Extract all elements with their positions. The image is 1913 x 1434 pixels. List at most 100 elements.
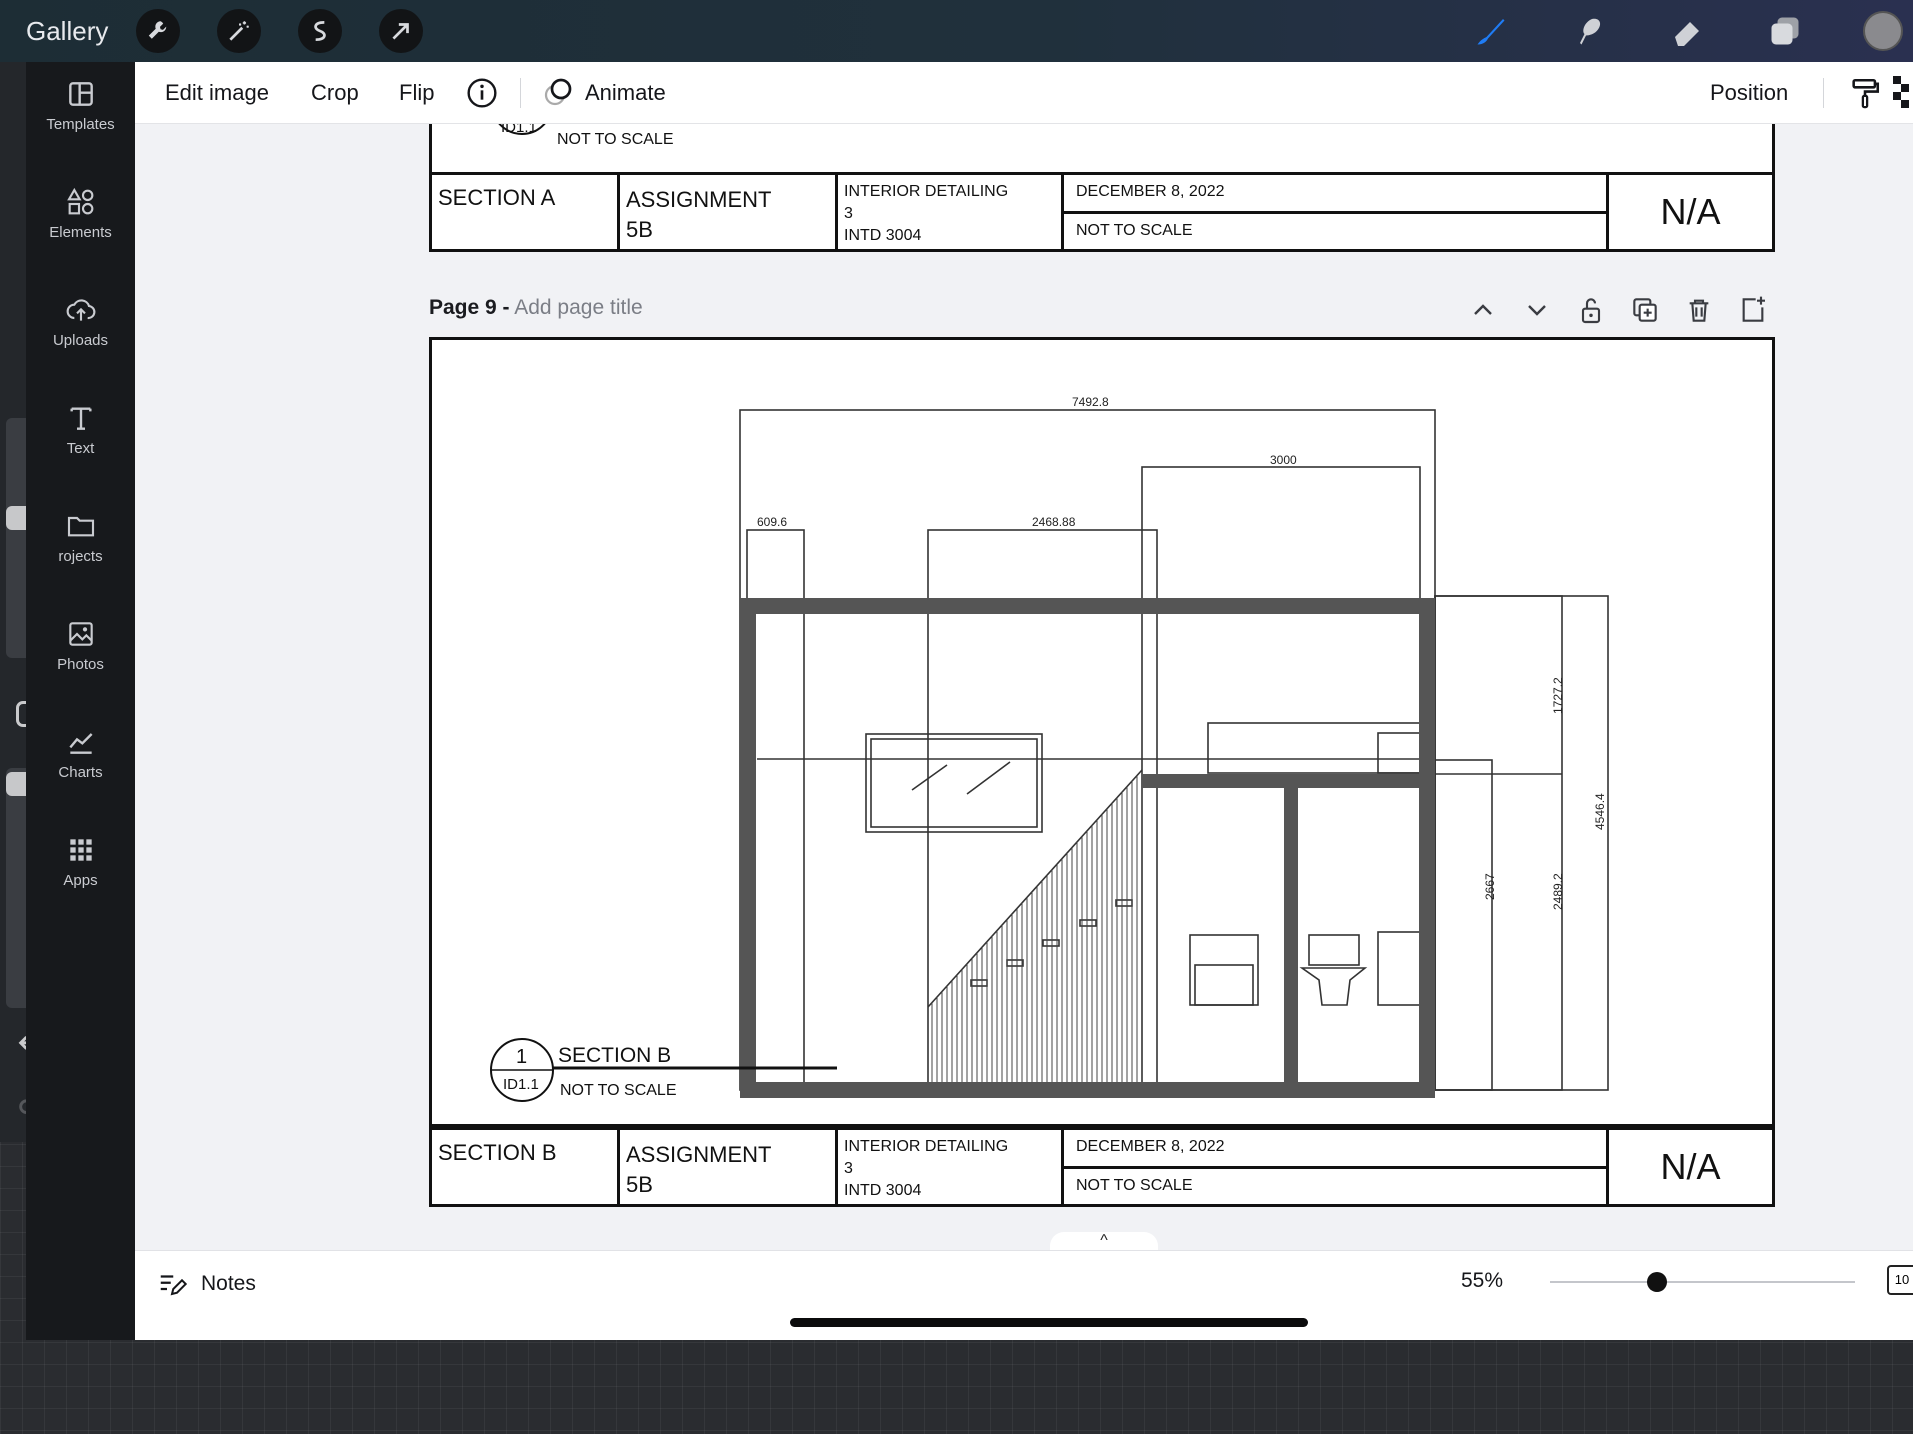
smudge-icon[interactable] xyxy=(1569,11,1609,51)
sidebar-item-uploads[interactable]: Uploads xyxy=(26,294,135,349)
notes-button[interactable]: Notes xyxy=(157,1269,256,1299)
tb-course-code: INTD 3004 xyxy=(844,1182,922,1199)
crop-button[interactable]: Crop xyxy=(311,62,359,124)
sidebar-item-apps[interactable]: Apps xyxy=(26,834,135,889)
tb-date: DECEMBER 8, 2022 xyxy=(1064,175,1606,214)
apps-grid-icon xyxy=(69,839,92,861)
dimension-label: 2468.88 xyxy=(1032,515,1076,529)
templates-icon xyxy=(68,82,93,106)
sidebar-item-label: Elements xyxy=(49,224,112,241)
tb-course-code: INTD 3004 xyxy=(844,227,922,244)
toolbar-divider xyxy=(1823,78,1824,108)
chevron-down-icon[interactable] xyxy=(1521,294,1553,326)
tb-scale-note: NOT TO SCALE xyxy=(1076,221,1193,239)
tb-course-level: 3 xyxy=(844,205,853,222)
sidebar-item-text[interactable]: Text xyxy=(26,402,135,457)
tb-date-scale: DECEMBER 8, 2022 NOT TO SCALE xyxy=(1064,1130,1609,1204)
page-number: Page 9 - xyxy=(429,296,510,319)
projects-folder-icon xyxy=(67,516,94,537)
dimension-label: 4546.4 xyxy=(1593,793,1607,830)
duplicate-page-icon[interactable] xyxy=(1629,294,1661,326)
procreate-toolbar: Gallery xyxy=(0,0,1913,62)
scale-note: NOT TO SCALE xyxy=(557,131,674,148)
selection-icon[interactable] xyxy=(298,9,342,53)
trash-icon[interactable] xyxy=(1683,294,1715,326)
edit-image-button[interactable]: Edit image xyxy=(165,62,269,124)
drawing-caption: SECTION B xyxy=(558,1044,671,1067)
toolbar-divider xyxy=(520,78,521,108)
design-canvas: ID1.1 NOT TO SCALE SECTION A ASSIGNMENT … xyxy=(135,124,1913,1250)
tb-assignment-label: ASSIGNMENT xyxy=(626,187,772,212)
page-actions xyxy=(1445,294,1769,326)
callout-sheet-ref: ID1.1 xyxy=(501,124,537,136)
sidebar-item-projects[interactable]: rojects xyxy=(26,510,135,565)
charts-icon xyxy=(68,733,93,754)
add-page-icon[interactable] xyxy=(1737,294,1769,326)
sidebar-item-photos[interactable]: Photos xyxy=(26,618,135,673)
magic-wand-icon[interactable] xyxy=(217,9,261,53)
dimension-label: 1727.2 xyxy=(1551,677,1565,714)
dimension-label: 7492.8 xyxy=(1072,395,1109,409)
zoom-slider[interactable] xyxy=(1550,1281,1855,1283)
chevron-up-icon[interactable] xyxy=(1467,294,1499,326)
paint-roller-icon[interactable] xyxy=(1848,74,1882,112)
tb-course: INTERIOR DETAILING 3 INTD 3004 xyxy=(838,175,1064,249)
animate-button[interactable]: Animate xyxy=(585,62,666,124)
tb-assignment: ASSIGNMENT 5B xyxy=(620,1130,838,1204)
zoom-slider-knob[interactable] xyxy=(1646,1272,1667,1292)
notes-label: Notes xyxy=(201,1272,256,1295)
sidebar-item-label: Charts xyxy=(58,764,103,781)
sidebar-item-label: Apps xyxy=(63,872,98,889)
editor-toolbar: Edit image Crop Flip Animate Position xyxy=(135,62,1913,124)
sidebar-item-charts[interactable]: Charts xyxy=(26,726,135,781)
tb-sheet-number: N/A xyxy=(1660,191,1721,232)
title-block: SECTION A ASSIGNMENT 5B INTERIOR DETAILI… xyxy=(429,172,1775,252)
color-picker-swatch[interactable] xyxy=(1863,11,1903,51)
transform-arrow-icon[interactable] xyxy=(379,9,423,53)
dimension-label: 2489.2 xyxy=(1551,873,1565,910)
sidebar-item-elements[interactable]: Elements xyxy=(26,186,135,241)
eraser-icon[interactable] xyxy=(1667,11,1707,51)
layers-icon[interactable] xyxy=(1765,11,1805,51)
page-title-input[interactable]: Add page title xyxy=(514,296,642,319)
flip-button[interactable]: Flip xyxy=(399,62,434,124)
home-indicator xyxy=(790,1318,1308,1327)
section-b-drawing[interactable]: 7492.8 3000 609.6 2468.88 1727.2 4546.4 … xyxy=(432,340,1772,1124)
tb-section: SECTION A xyxy=(432,175,620,249)
tb-assignment-num: 5B xyxy=(626,1172,653,1197)
dimension-label: 2667 xyxy=(1483,873,1497,900)
wrench-icon[interactable] xyxy=(136,9,180,53)
lock-icon[interactable] xyxy=(1575,294,1607,326)
tb-date: DECEMBER 8, 2022 xyxy=(1064,1130,1606,1169)
callout-detail-number: 1 xyxy=(516,1046,527,1068)
page-9[interactable]: 7492.8 3000 609.6 2468.88 1727.2 4546.4 … xyxy=(429,337,1775,1127)
title-block: SECTION B ASSIGNMENT 5B INTERIOR DETAILI… xyxy=(429,1127,1775,1207)
tb-section: SECTION B xyxy=(432,1130,620,1204)
dimension-label: 3000 xyxy=(1270,453,1297,467)
gallery-button[interactable]: Gallery xyxy=(26,16,136,47)
animate-icon[interactable] xyxy=(540,74,576,110)
sidebar-item-templates[interactable]: Templates xyxy=(26,78,135,133)
brush-icon[interactable] xyxy=(1471,11,1511,51)
canva-sidebar: Templates Elements Uploads Text rojects … xyxy=(26,62,135,1340)
stair-hatch xyxy=(931,775,1138,1082)
position-button[interactable]: Position xyxy=(1710,62,1788,124)
scale-note: NOT TO SCALE xyxy=(560,1082,676,1099)
callout-sheet-ref: ID1.1 xyxy=(503,1076,539,1093)
transparency-icon[interactable] xyxy=(1893,76,1913,110)
info-icon[interactable] xyxy=(466,77,498,109)
page-header: Page 9 - Add page title xyxy=(429,296,643,320)
zoom-percent[interactable]: 55% xyxy=(1461,1269,1503,1293)
dimension-label: 609.6 xyxy=(757,515,787,529)
tb-assignment: ASSIGNMENT 5B xyxy=(620,175,838,249)
uploads-icon xyxy=(66,299,95,321)
tb-date-scale: DECEMBER 8, 2022 NOT TO SCALE xyxy=(1064,175,1609,249)
tb-assignment-num: 5B xyxy=(626,217,653,242)
tb-course: INTERIOR DETAILING 3 INTD 3004 xyxy=(838,1130,1064,1204)
page-count-button[interactable]: 10 xyxy=(1887,1265,1913,1295)
sidebar-item-label: Text xyxy=(66,440,95,457)
elements-icon xyxy=(66,187,93,215)
tb-course-name: INTERIOR DETAILING xyxy=(844,1138,1009,1155)
tb-sheet-number: N/A xyxy=(1660,1146,1721,1187)
photos-icon xyxy=(68,622,93,646)
